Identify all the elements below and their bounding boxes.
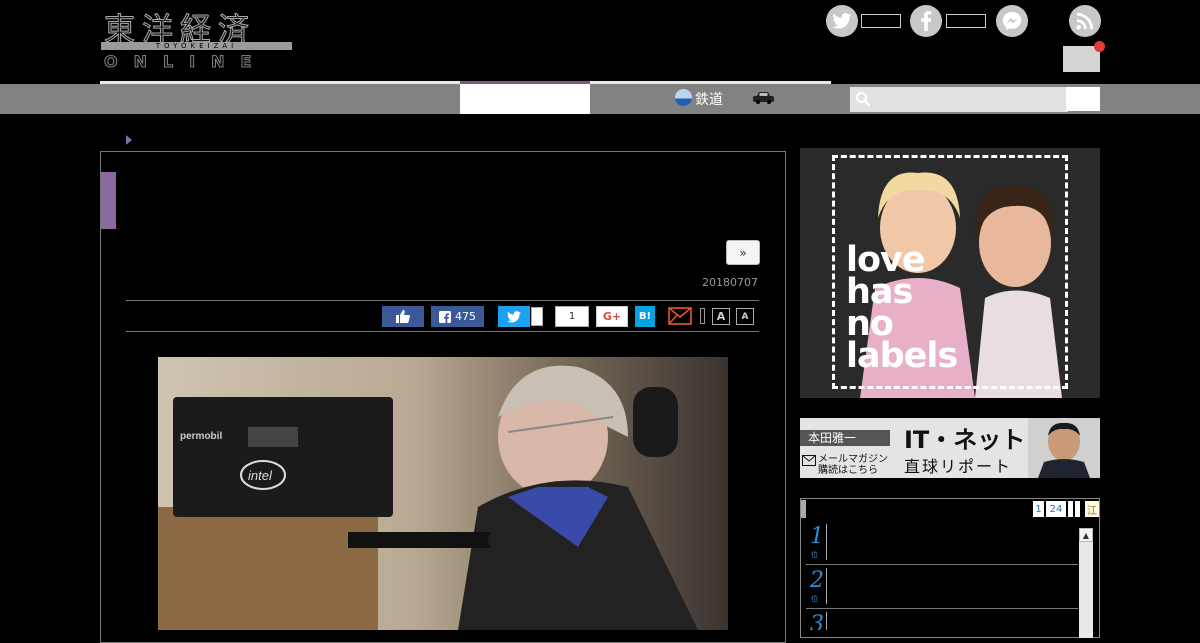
mail-icon[interactable] [668, 307, 692, 325]
font-large-button[interactable]: A [712, 308, 730, 325]
twitter-share-button[interactable] [498, 306, 530, 327]
google-plus-button[interactable]: G+ [596, 306, 628, 327]
messenger-icon[interactable] [996, 5, 1028, 37]
search-button[interactable] [1066, 87, 1100, 111]
ranking-row[interactable]: 3 [806, 608, 1078, 630]
ranking-tab-1[interactable]: 1 [1033, 501, 1044, 517]
rank-suffix: 位 [811, 595, 818, 603]
facebook-icon[interactable] [910, 5, 942, 37]
article-photo: intel permobil [158, 357, 728, 630]
photo-logo-text: intel [248, 468, 273, 483]
facebook-like-button[interactable] [382, 306, 424, 327]
thumbs-up-icon [396, 310, 410, 323]
ranking-row[interactable]: 1 位 [806, 520, 1078, 565]
hatena-bookmark-button[interactable]: B! [635, 306, 655, 327]
car-icon[interactable] [753, 91, 774, 104]
rank-separator [826, 612, 827, 630]
scroll-up-arrow-icon[interactable]: ▲ [1079, 528, 1093, 542]
rank-separator [826, 524, 827, 560]
rank-suffix: 位 [811, 551, 818, 559]
facebook-share-icon [439, 310, 451, 323]
banner-author: 本田雅一 [800, 430, 890, 446]
twitter-icon[interactable] [826, 5, 858, 37]
search-icon [856, 92, 871, 107]
article-date: 20180707 [702, 276, 758, 289]
facebook-share-count: 475 [455, 310, 476, 323]
pocket-count[interactable]: 1 [555, 306, 589, 327]
banner-subtitle: 直球リポート [904, 457, 1013, 476]
ad-slogan: love has no labels [846, 243, 958, 376]
banner-mail-line: 購読はこちら [818, 465, 878, 476]
newsletter-banner[interactable]: 本田雅一 IT・ネット 直球リポート メールマガジン 購読はこちら [800, 418, 1100, 478]
search-input[interactable] [850, 87, 1068, 112]
banner-mail-text: メールマガジン 購読はこちら [818, 454, 888, 476]
breadcrumb-arrow-icon[interactable] [126, 135, 132, 145]
rank-number: 2 [810, 568, 824, 593]
twitter-bird-icon [507, 310, 521, 322]
twitter-count [861, 14, 901, 28]
rank-separator [826, 568, 827, 604]
share-divider-top [126, 300, 759, 301]
rss-icon[interactable] [1069, 5, 1101, 37]
train-icon [675, 89, 692, 106]
banner-mail-line: メールマガジン [818, 454, 888, 465]
ranking-accent-bar [801, 500, 806, 518]
ranking-scrollbar[interactable] [1079, 528, 1093, 638]
notification-badge [1094, 41, 1105, 52]
ad-slogan-line: labels [846, 336, 958, 376]
rank-number: 3 [810, 612, 824, 630]
photo-illustration: intel permobil [158, 365, 698, 630]
print-button[interactable] [700, 308, 705, 324]
photo-brand-text: permobil [180, 431, 222, 442]
nav-item-railway[interactable]: 鉄道 [695, 89, 723, 109]
next-page-button[interactable]: » [726, 240, 760, 265]
title-accent-bar [101, 172, 116, 229]
banner-mail-icon [802, 455, 816, 466]
share-divider-bottom [126, 331, 759, 332]
ranking-row[interactable]: 2 位 [806, 564, 1078, 609]
banner-title: IT・ネット [904, 426, 1026, 454]
font-small-button[interactable]: A [736, 308, 754, 325]
twitter-share-count [531, 307, 543, 326]
nav-tab-active[interactable] [460, 84, 590, 114]
ranking-tab-5[interactable]: 江 [1085, 501, 1099, 517]
ranking-tab-3[interactable] [1068, 501, 1073, 517]
rank-number: 1 [810, 524, 824, 549]
logo-roman: TOYOKEIZAI [155, 42, 238, 50]
banner-portrait [1028, 418, 1100, 478]
facebook-count [946, 14, 986, 28]
logo-online[interactable]: ONLINE [104, 52, 267, 72]
facebook-share-button[interactable]: 475 [431, 306, 484, 327]
ranking-tab-24[interactable]: 24 [1046, 501, 1066, 517]
ranking-tab-4[interactable] [1075, 501, 1080, 517]
